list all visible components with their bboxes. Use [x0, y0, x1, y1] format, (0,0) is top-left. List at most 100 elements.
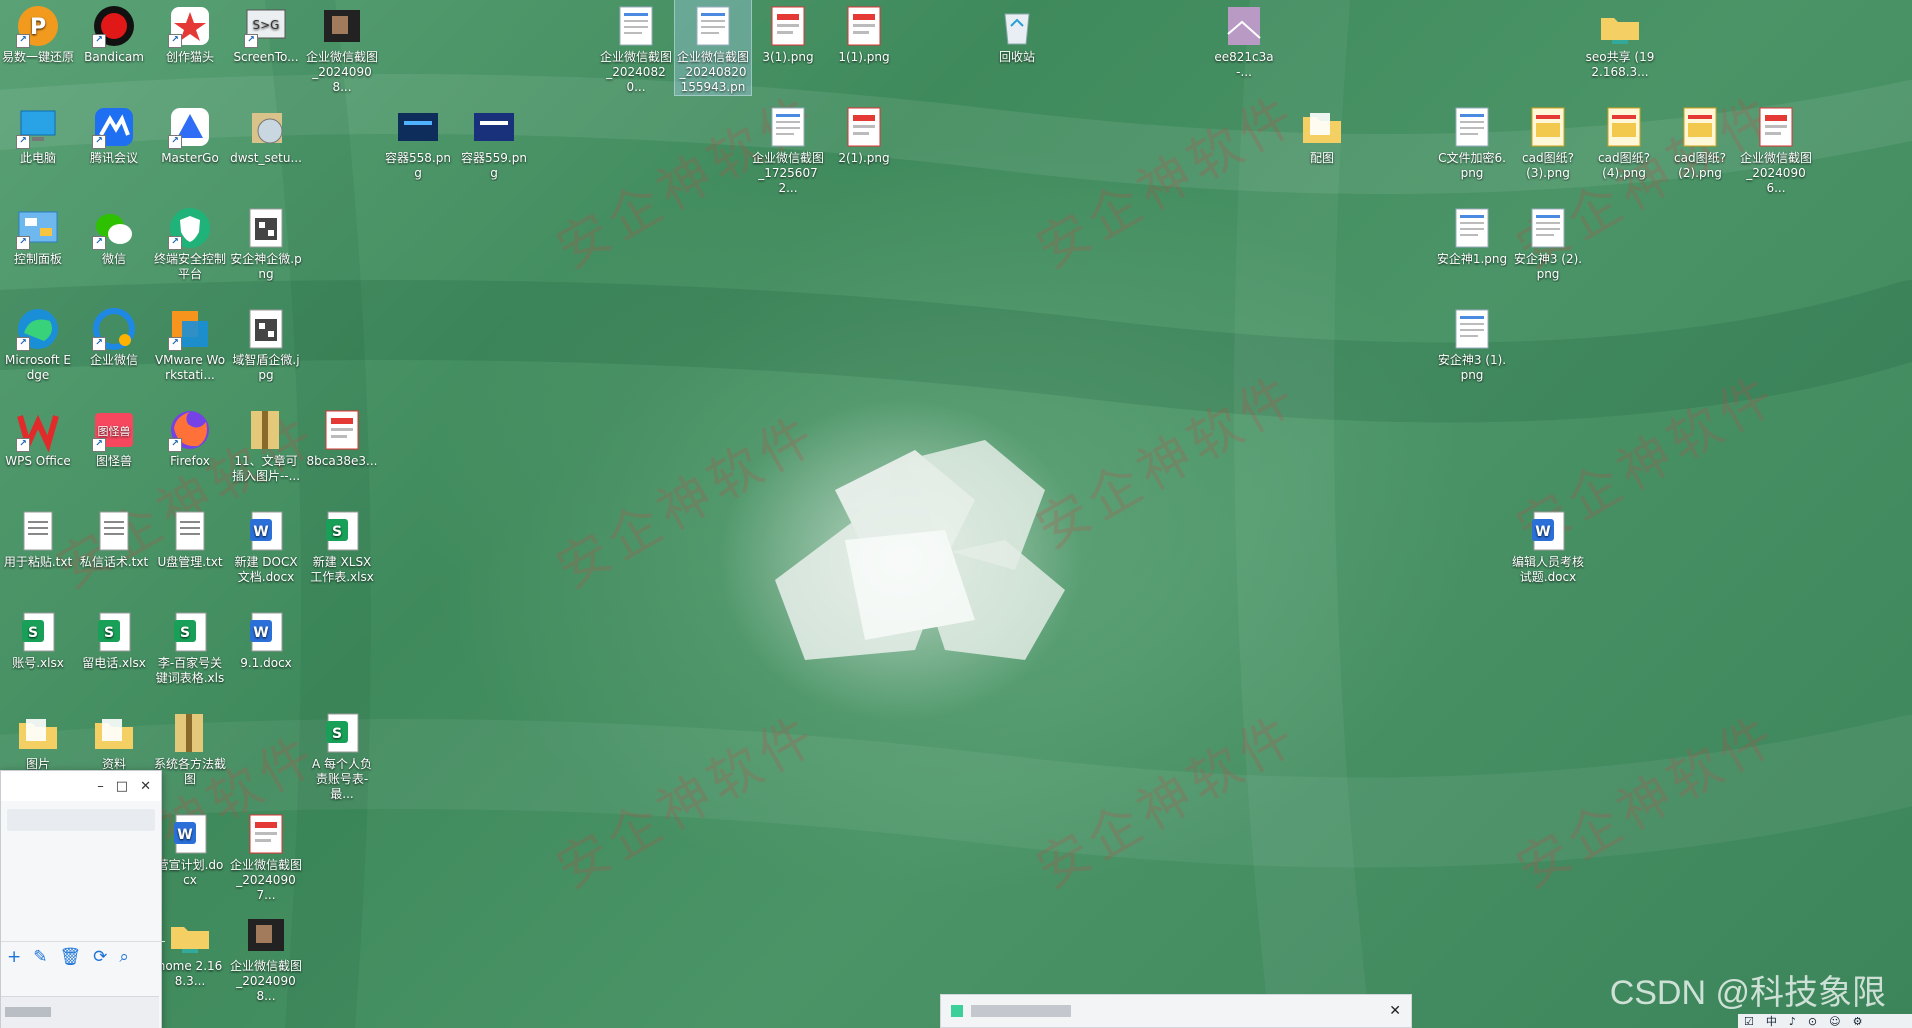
desktop-icon[interactable]: S 李-百家号关键词表格.xls [152, 606, 228, 686]
desktop-icon[interactable]: S 新建 XLSX 工作表.xlsx [304, 505, 380, 585]
desktop-icon[interactable]: ↗ Bandicam [76, 0, 152, 65]
mini-window-field[interactable] [7, 809, 155, 831]
desktop-icon[interactable]: 图片 [0, 707, 76, 772]
desktop-icon-label: Firefox [170, 454, 210, 468]
txt-icon [16, 509, 60, 553]
desktop-icon-label: 回收站 [998, 50, 1035, 64]
desktop-icon-label: 图怪兽 [95, 454, 132, 468]
desktop-icon[interactable]: U盘管理.txt [152, 505, 228, 570]
desktop-icon[interactable]: 资料 [76, 707, 152, 772]
desktop-icon[interactable]: S>G ↗ ScreenTo... [228, 0, 304, 65]
desktop-icon[interactable]: 安企神企微.png [228, 202, 304, 282]
delete-icon[interactable]: 🗑 [60, 947, 82, 967]
app-ds-icon: P ↗ [16, 4, 60, 48]
settings-icon[interactable]: ⚙ [1853, 1015, 1863, 1028]
desktop-icon[interactable]: W 新建 DOCX 文档.docx [228, 505, 304, 585]
desktop-icon[interactable]: 企业微信截图_17256072... [750, 101, 826, 196]
desktop-icon[interactable]: ↗ Microsoft Edge [0, 303, 76, 383]
desktop-icon-label: cad图纸?(3).png [1522, 151, 1574, 180]
desktop-icon[interactable]: 配图 [1284, 101, 1360, 166]
img-dark-icon [244, 913, 288, 957]
desktop-icon[interactable]: ↗ MasterGo [152, 101, 228, 166]
desktop-icon[interactable]: 容器558.png [380, 101, 456, 181]
desktop-icon[interactable]: 3(1).png [750, 0, 826, 65]
desktop-icon[interactable]: ↗ 微信 [76, 202, 152, 267]
desktop-icon[interactable]: 1(1).png [826, 0, 902, 65]
desktop-icon[interactable]: ↗ 企业微信 [76, 303, 152, 368]
add-icon[interactable]: + [7, 947, 21, 967]
desktop-icon[interactable]: 企业微信截图_20240907... [228, 808, 304, 903]
desktop-icon-label: 营宣计划.docx [156, 858, 224, 887]
desktop-icon[interactable]: 11、文章可插入图片--... [228, 404, 304, 484]
desktop-icon[interactable]: ↗ Firefox [152, 404, 228, 469]
desktop-icon-label: 新建 XLSX 工作表.xlsx [310, 555, 374, 584]
desktop-icon[interactable]: 图怪兽 ↗ 图怪兽 [76, 404, 152, 469]
desktop-icon[interactable]: 企业微信截图_20240908... [304, 0, 380, 95]
search-icon[interactable]: ⌕ [119, 947, 129, 967]
desktop-icon-label: 私信话术.txt [79, 555, 149, 569]
desktop-icon[interactable]: dwst_setu... [228, 101, 304, 166]
desktop-icon-label: 容器558.png [385, 151, 451, 180]
desktop-icon[interactable]: ↗ 创作猫头 [152, 0, 228, 65]
desktop-icon[interactable]: 企业微信截图_20240906... [1738, 101, 1814, 196]
desktop-icon[interactable]: 8bca38e3... [304, 404, 380, 469]
desktop-icon[interactable]: ↗ 终端安全控制平台 [152, 202, 228, 282]
ime-icon[interactable]: 中 [1766, 1013, 1777, 1028]
tgs-icon: 图怪兽 ↗ [92, 408, 136, 452]
desktop-icon[interactable]: S 留电话.xlsx [76, 606, 152, 671]
desktop-icon-label: 微信 [101, 252, 126, 266]
volume-icon[interactable]: ♪ [1789, 1015, 1796, 1028]
desktop-icon[interactable]: W 编辑人员考核试题.docx [1510, 505, 1586, 585]
desktop-icon[interactable]: S 账号.xlsx [0, 606, 76, 671]
desktop-icon[interactable]: ↗ VMware Workstati... [152, 303, 228, 383]
network-icon[interactable]: ⊙ [1808, 1015, 1817, 1028]
desktop-icon-label: U盘管理.txt [157, 555, 223, 569]
img-doc-icon [1450, 105, 1494, 149]
minimize-button[interactable]: – [97, 779, 104, 794]
desktop-icon[interactable]: 安企神3 (2).png [1510, 202, 1586, 282]
desktop-icon[interactable]: ↗ 控制面板 [0, 202, 76, 267]
desktop-icon-label: 企业微信截图_17256072... [752, 151, 825, 195]
close-button[interactable]: ✕ [140, 779, 151, 794]
desktop-icon[interactable]: 安企神1.png [1434, 202, 1510, 267]
desktop-icon[interactable]: S A 每个人负责账号表-最... [304, 707, 380, 802]
desktop-icon[interactable]: P ↗ 易数一键还原 [0, 0, 76, 65]
user-icon[interactable]: ☺ [1829, 1015, 1840, 1028]
desktop-icon[interactable]: ↗ 此电脑 [0, 101, 76, 166]
desktop-icon[interactable]: 用于粘贴.txt [0, 505, 76, 570]
desktop-icon[interactable]: 企业微信截图_20240820... [598, 0, 674, 95]
desktop-icon[interactable]: 私信话术.txt [76, 505, 152, 570]
app-star-icon: ↗ [168, 4, 212, 48]
desktop-icon[interactable]: ↗ 腾讯会议 [76, 101, 152, 166]
desktop-icon[interactable]: C文件加密6.png [1434, 101, 1510, 181]
desktop-icon[interactable]: 企业微信截图_20240820155943.png [674, 0, 752, 96]
img-red-icon [320, 408, 364, 452]
desktop-icon[interactable]: W 9.1.docx [228, 606, 304, 671]
desktop-icon[interactable]: W 营宣计划.docx [152, 808, 228, 888]
desktop-icon[interactable]: ↗ WPS Office [0, 404, 76, 469]
desktop-icon[interactable]: cad图纸?(2).png [1662, 101, 1738, 181]
desktop-icon-label: 腾讯会议 [89, 151, 138, 165]
desktop-icon[interactable]: 容器559.png [456, 101, 532, 181]
checkbox-icon[interactable]: ☑ [1744, 1015, 1754, 1028]
desktop-icon[interactable]: 2(1).png [826, 101, 902, 166]
desktop-icon[interactable]: 安企神3 (1).png [1434, 303, 1510, 383]
desktop-icon-label: 企业微信 [89, 353, 138, 367]
desktop-icon[interactable]: 系统各方法截图 [152, 707, 228, 787]
edit-icon[interactable]: ✎ [33, 947, 47, 967]
notification-close-button[interactable]: ✕ [1389, 1003, 1401, 1019]
desktop-icon[interactable]: 回收站 [979, 0, 1055, 65]
desktop-icon[interactable]: 域智盾企微.jpg [228, 303, 304, 383]
desktop-icon[interactable]: 企业微信截图_20240908... [228, 909, 304, 1004]
maximize-button[interactable]: □ [116, 779, 128, 794]
desktop-icon[interactable]: seo共享 (192.168.3... [1582, 0, 1658, 80]
desktop-icon[interactable]: ee821c3a-... [1206, 0, 1282, 80]
desktop-icon-label: cad图纸?(4).png [1598, 151, 1650, 180]
desktop-icon[interactable]: cad图纸?(3).png [1510, 101, 1586, 181]
svg-text:W: W [253, 625, 268, 641]
docx-icon: W [244, 610, 288, 654]
desktop-icon-label: 配图 [1309, 151, 1334, 165]
wallpaper-white-flower [775, 440, 1065, 660]
desktop-icon[interactable]: cad图纸?(4).png [1586, 101, 1662, 181]
refresh-icon[interactable]: ⟳ [93, 947, 107, 967]
